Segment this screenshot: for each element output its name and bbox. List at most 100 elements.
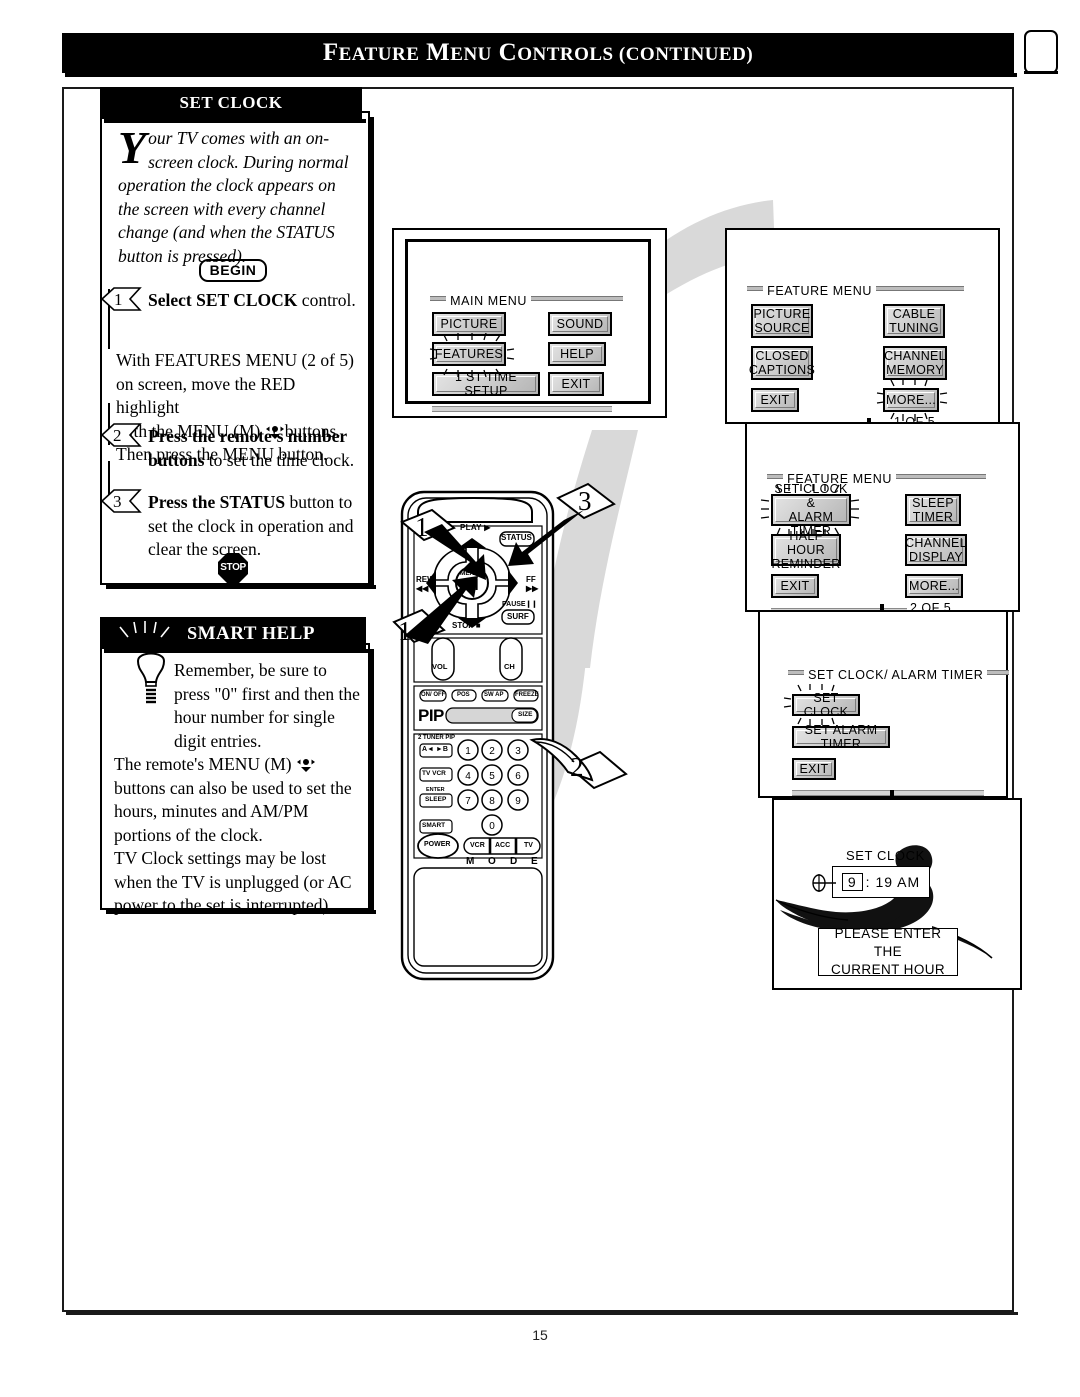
osd-label-set-clock: SET CLOCK bbox=[803, 691, 849, 719]
remote-button-pip-onoff[interactable]: ON/ OFF bbox=[421, 692, 445, 698]
osd-label-more-fm1: MORE... bbox=[885, 393, 937, 407]
svg-text:1: 1 bbox=[114, 290, 123, 309]
callout-badge-1a: 1 bbox=[415, 512, 429, 542]
osd-label-set-alarm-timer: SET ALARM TIMER bbox=[804, 723, 878, 751]
step-2-text: Press the remote's number buttons to set… bbox=[114, 425, 360, 472]
osd-label-exit-fm2: EXIT bbox=[780, 579, 810, 593]
osd-button-sound[interactable]: SOUND bbox=[548, 312, 612, 336]
osd-button-exit[interactable]: EXIT bbox=[548, 372, 604, 396]
remote-label-mode-d: D bbox=[510, 856, 518, 867]
clock-entry-screen: SET CLOCK 9: 19 AM PLEASE ENTER THE CURR… bbox=[772, 798, 1022, 990]
osd-label-exit-sca: EXIT bbox=[799, 762, 829, 776]
osd-button-1st-time-setup[interactable]: 1 ST TIME SETUP bbox=[432, 370, 540, 398]
remote-button-tv-vcr[interactable]: TV VCR bbox=[422, 770, 446, 777]
remote-button-ab-swap[interactable]: A◄ ►B bbox=[422, 746, 448, 753]
set-clock-alarm-osd-title: SET CLOCK/ ALARM TIMER bbox=[788, 668, 1010, 682]
osd-button-channel-memory[interactable]: CHANNEL MEMORY bbox=[883, 346, 947, 380]
clock-time-display: 9: 19 AM bbox=[832, 866, 930, 898]
osd-button-more-fm1[interactable]: MORE... bbox=[883, 388, 939, 412]
remote-label-enter: ENTER bbox=[426, 787, 445, 793]
osd-button-exit-sca[interactable]: EXIT bbox=[792, 758, 836, 780]
osd-label-closed-captions-1: CLOSED bbox=[755, 349, 809, 363]
callout-badge-3: 3 bbox=[578, 486, 592, 516]
set-clock-tab-shadow bbox=[104, 119, 366, 123]
drop-cap: Y bbox=[118, 122, 147, 173]
osd-label-sleep-timer-2: TIMER bbox=[912, 510, 954, 524]
osd-button-closed-captions[interactable]: CLOSED CAPTIONS bbox=[749, 346, 815, 380]
main-menu-screen: MAIN MENU PICTURE SOUND FEATURES HELP 1 … bbox=[405, 239, 651, 412]
svg-text:0: 0 bbox=[489, 821, 495, 832]
smart-tab-s: S bbox=[187, 623, 198, 643]
svg-text:3: 3 bbox=[113, 492, 122, 511]
remote-button-mode-acc[interactable]: ACC bbox=[495, 842, 510, 849]
clock-separator: : bbox=[865, 874, 871, 890]
tv-icon bbox=[1024, 30, 1058, 74]
remote-button-pip-freeze[interactable]: FREEZE bbox=[515, 692, 539, 698]
remote-button-size[interactable]: SIZE bbox=[518, 711, 532, 718]
osd-button-half-hour-reminder[interactable]: HALF HOUR REMINDER bbox=[771, 529, 841, 571]
page-header-bar: FEATURE MENU CONTROLS (CONTINUED) bbox=[62, 33, 1017, 77]
osd-button-sleep-timer[interactable]: SLEEP TIMER bbox=[905, 494, 961, 526]
osd-button-set-clock-alarm-timer[interactable]: SET CLOCK & ALARM TIMER bbox=[771, 482, 851, 538]
remote-button-pip-swap[interactable]: SW AP bbox=[484, 692, 503, 698]
osd-button-set-clock[interactable]: SET CLOCK bbox=[792, 691, 860, 719]
smart-help-p2-b: buttons can also be used to set the hour… bbox=[114, 777, 352, 845]
remote-button-sleep[interactable]: SLEEP bbox=[425, 796, 446, 803]
pointer-target-icon bbox=[812, 874, 836, 892]
smart-help-paragraph-3: TV Clock settings may be lost when the T… bbox=[114, 848, 352, 915]
clock-entry-title: SET CLOCK bbox=[846, 848, 925, 863]
osd-button-channel-display[interactable]: CHANNEL DISPLAY bbox=[905, 534, 967, 566]
remote-button-mode-tv[interactable]: TV bbox=[524, 842, 533, 849]
osd-label-more-fm2: MORE... bbox=[908, 579, 960, 593]
remote-label-mode-e: E bbox=[531, 856, 538, 867]
set-clock-tab-label: SET CLOCK bbox=[179, 93, 283, 112]
remote-label-vol: VOL bbox=[432, 662, 448, 671]
osd-label-channel-memory-2: MEMORY bbox=[886, 363, 944, 377]
osd-label-sound: SOUND bbox=[556, 317, 604, 331]
smart-help-tab: SMART HELP bbox=[100, 617, 370, 653]
title-part-7: CONTINUED bbox=[625, 44, 747, 65]
svg-text:4: 4 bbox=[465, 771, 471, 782]
remote-label-mode-o: O bbox=[488, 856, 496, 867]
step-2-rest: to set the time clock. bbox=[204, 449, 355, 470]
set-clock-panel: Your TV comes with an on-screen clock. D… bbox=[100, 111, 376, 589]
osd-button-picture-source[interactable]: PICTURE SOURCE bbox=[751, 304, 813, 338]
step-2-number-badge: 2 bbox=[100, 423, 146, 447]
osd-button-features[interactable]: FEATURES bbox=[432, 342, 506, 366]
osd-button-exit-fm2[interactable]: EXIT bbox=[771, 574, 819, 598]
osd-label-half-hour-1: HALF HOUR bbox=[786, 529, 825, 557]
title-part-5: C bbox=[491, 39, 518, 66]
osd-button-more-fm2[interactable]: MORE... bbox=[905, 574, 963, 598]
remote-button-mode-vcr[interactable]: VCR bbox=[470, 842, 485, 849]
step-1: 1 Select SET CLOCK control. bbox=[100, 287, 360, 313]
osd-button-exit-fm1[interactable]: EXIT bbox=[751, 388, 799, 412]
osd-label-picture-source-2: SOURCE bbox=[754, 321, 810, 335]
svg-text:2: 2 bbox=[113, 426, 122, 445]
osd-button-picture[interactable]: PICTURE bbox=[432, 312, 506, 336]
page-title: FEATURE MENU CONTROLS (CONTINUED) bbox=[62, 33, 1014, 73]
osd-button-cable-tuning[interactable]: CABLE TUNING bbox=[883, 304, 945, 338]
osd-label-exit-fm1: EXIT bbox=[760, 393, 790, 407]
remote-button-power[interactable]: POWER bbox=[424, 841, 450, 848]
begin-button-label: BEGIN bbox=[198, 259, 268, 282]
clock-hour-field[interactable]: 9 bbox=[841, 873, 863, 891]
step-3: 3 Press the STATUS button to set the clo… bbox=[100, 489, 360, 562]
step-1-number-badge: 1 bbox=[100, 287, 146, 311]
osd-label-exit: EXIT bbox=[561, 377, 591, 391]
step-3-bold: Press the STATUS bbox=[148, 492, 286, 512]
remote-button-pip-pos[interactable]: POS bbox=[457, 692, 470, 698]
callout-arrow-3 bbox=[508, 482, 616, 566]
stop-marker: STOP bbox=[102, 553, 364, 583]
step-3-text: Press the STATUS button to set the clock… bbox=[114, 491, 360, 562]
smart-help-p2-a: The remote's MENU (M) bbox=[114, 754, 292, 774]
smart-tab-elp: ELP bbox=[276, 623, 315, 644]
stop-sign-icon: STOP bbox=[218, 553, 248, 583]
remote-button-smart[interactable]: SMART bbox=[422, 822, 445, 829]
smart-help-panel-side-shadow bbox=[370, 649, 374, 914]
osd-button-set-alarm-timer[interactable]: SET ALARM TIMER bbox=[792, 723, 890, 751]
remote-button-surf[interactable]: SURF bbox=[507, 612, 529, 621]
osd-label-sleep-timer-1: SLEEP bbox=[912, 496, 954, 510]
osd-button-help[interactable]: HELP bbox=[548, 342, 606, 366]
osd-label-picture: PICTURE bbox=[440, 317, 498, 331]
step1-para-a: With FEATURES MENU (2 of 5) bbox=[116, 350, 354, 370]
